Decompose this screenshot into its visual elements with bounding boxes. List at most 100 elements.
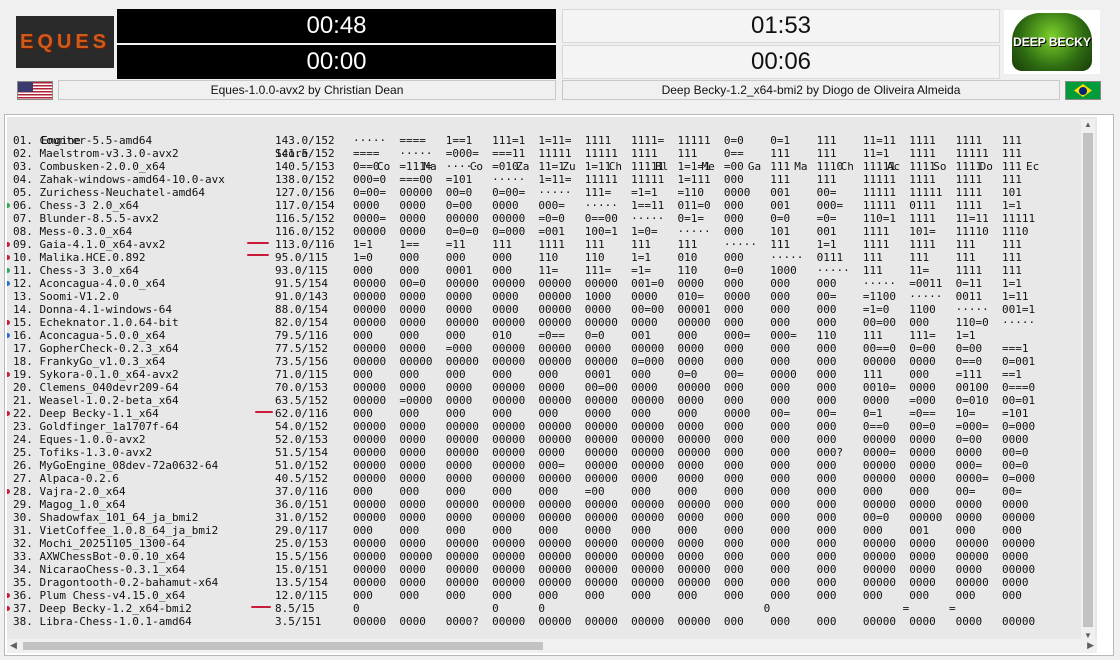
result-cells: ==== ····· =000= ===11 11111 11111 1111 … [353, 147, 1022, 160]
engine-score: 40.5/152 [275, 472, 328, 485]
horizontal-scroll-thumb[interactable] [23, 642, 543, 650]
engine-score: 113.0/116 [275, 238, 335, 251]
result-cells: 00000 0000 0=0=0 0=000 =001 100=1 1=0= ·… [353, 225, 1029, 238]
red-underline-mark [255, 411, 273, 413]
engine-name: 26. MyGoEngine_08dev-72a0632-64 [13, 459, 219, 472]
engine-score: 70.0/153 [275, 381, 328, 394]
engine-score: 15.0/151 [275, 563, 328, 576]
scroll-up-arrow-icon[interactable]: ▲ [1084, 120, 1092, 129]
engine-name: 31. VietCoffee_1.0.8_64_ja_bmi2 [13, 524, 219, 537]
eques-logo-text: EQUES [19, 30, 111, 53]
engine-name: 10. Malika.HCE.0.892 [13, 251, 146, 264]
row-marker-dot [7, 203, 10, 208]
vertical-scrollbar[interactable]: ▲ ▼ [1081, 119, 1095, 641]
us-flag-icon [17, 81, 53, 100]
engine-name: 30. Shadowfax_101_64_ja_bmi2 [13, 511, 199, 524]
left-player-name: Eques-1.0.0-avx2 by Christian Dean [58, 80, 556, 100]
result-cells: 00000 0000 00000 00000 00000 00000 00000… [353, 576, 1029, 589]
engine-score: 51.5/154 [275, 446, 328, 459]
engine-score: 79.5/116 [275, 329, 328, 342]
result-cells: 1=0 000 000 000 110 110 1=1 010 000 ····… [353, 251, 1022, 264]
result-cells: 00000 0000 0000 00000 00000 00000 00000 … [353, 511, 1036, 524]
engine-name: 09. Gaia-4.1.0_x64-avx2 [13, 238, 166, 251]
row-marker-dot [7, 411, 10, 416]
engine-score: 15.5/156 [275, 550, 328, 563]
engine-name: 17. GopherCheck-0.2.3_x64 [13, 342, 179, 355]
engine-score: 95.0/115 [275, 251, 328, 264]
engine-score: 25.0/153 [275, 537, 328, 550]
scroll-right-arrow-icon[interactable]: ▶ [1087, 640, 1094, 651]
result-cells: 00000 0000 0000 0000 00000 1000 0000 010… [353, 290, 1029, 303]
engine-score: 52.0/153 [275, 433, 328, 446]
row-marker-dot [7, 268, 10, 273]
engine-name: 14. Donna-4.1-windows-64 [13, 303, 172, 316]
result-cells: 00000 0000 00000 00000 0000 00000 00000 … [353, 446, 1029, 459]
engine-score: 36.0/151 [275, 498, 328, 511]
engine-score: 93.0/115 [275, 264, 328, 277]
result-cells: 00000 0000 0000 00000 000= 00000 00000 0… [353, 459, 1029, 472]
right-player-name: Deep Becky-1.2_x64-bmi2 by Diogo de Oliv… [562, 80, 1060, 100]
scroll-left-arrow-icon[interactable]: ◀ [10, 640, 17, 651]
result-cells: 00000 00000 00000 00000 00000 00000 0000… [353, 550, 1029, 563]
result-cells: 00000 0000 00000 00000 00000 00000 00000… [353, 433, 1029, 446]
engine-score: 13.5/154 [275, 576, 328, 589]
engine-score: 37.0/116 [275, 485, 328, 498]
result-cells: 000 000 000 000 000 =00 000 000 000 000 … [353, 485, 1022, 498]
result-cells: 00000 0000 =000 00000 00000 0000 00000 0… [353, 342, 1029, 355]
result-cells: 1=1 1== =11 111 1111 111 111 111 ····· 1… [353, 238, 1022, 251]
crosstable: Engine Score Co Ma Co Za Zu Ch Bl Me Ga … [7, 117, 1097, 641]
engine-score: 12.0/115 [275, 589, 328, 602]
engine-score: 127.0/156 [275, 186, 335, 199]
horizontal-scrollbar[interactable]: ◀ ▶ [7, 639, 1097, 653]
engine-score: 91.0/143 [275, 290, 328, 303]
deep-becky-logo-badge: DEEP BECKY [1012, 13, 1092, 71]
engine-name: 27. Alpaca-0.2.6 [13, 472, 119, 485]
engine-score: 62.0/116 [275, 407, 328, 420]
engine-name: 07. Blunder-8.5.5-avx2 [13, 212, 159, 225]
engine-score: 141.5/152 [275, 147, 335, 160]
result-cells: 0==0 =111= ····· =010 11=1 1=11 11111 1=… [353, 160, 1022, 173]
left-clock-move: 00:00 [117, 45, 556, 79]
right-clock-main: 01:53 [562, 9, 1000, 43]
engine-name: 19. Sykora-0.1.0_x64-avx2 [13, 368, 179, 381]
result-cells: 00000 0000 00000 00000 00000 00000 00000… [353, 498, 1029, 511]
result-cells: 00000 0000 0000 00000 0000 00=00 0000 00… [353, 381, 1036, 394]
engine-name: 33. AXWChessBot-0.0.10_x64 [13, 550, 186, 563]
result-cells: 00000 =0000 0000 00000 00000 00000 00000… [353, 394, 1036, 407]
result-cells: 00000 00=0 00000 00000 00000 00000 001=0… [353, 277, 1022, 290]
engine-name: 03. Combusken-2.0.0_x64 [13, 160, 166, 173]
engine-name: 13. Soomi-V1.2.0 [13, 290, 119, 303]
engine-name: 25. Tofiks-1.3.0-avx2 [13, 446, 153, 459]
engine-name: 36. Plum Chess-v4.15.0_x64 [13, 589, 186, 602]
engine-name: 08. Mess-0.3.0_x64 [13, 225, 133, 238]
result-cells: 0000 0000 0=00 0000 000= ····· 1==11 011… [353, 199, 1022, 212]
result-cells: 00000 0000 0000 0000 00000 0000 00=00 00… [353, 303, 1036, 316]
result-cells: 00000 00000 00000 00000 00000 00000 0=00… [353, 355, 1036, 368]
result-cells: 000 000 000 000 000 000 000 000 000 000 … [353, 589, 1022, 602]
engine-name: 05. Zurichess-Neuchatel-amd64 [13, 186, 206, 199]
crosstable-header: Engine Score Co Ma Co Za Zu Ch Bl Me Ga … [7, 121, 1097, 173]
vertical-scroll-thumb[interactable] [1083, 133, 1093, 627]
deep-becky-logo-text: DEEP BECKY [1013, 35, 1091, 49]
engine-name: 32. Mochi_20251105_1300-64 [13, 537, 186, 550]
engine-name: 37. Deep Becky-1.2_x64-bmi2 [13, 602, 192, 615]
left-clock-main: 00:48 [117, 9, 556, 43]
engine-score: 54.0/152 [275, 420, 328, 433]
engine-name: 18. FrankyGo_v1.0.3_x64 [13, 355, 166, 368]
row-marker-dot [7, 281, 10, 286]
brazil-flag-icon [1065, 81, 1101, 100]
result-cells: 000 000 0001 000 11= 111= =1= 110 0=0 10… [353, 264, 1022, 277]
engine-score: 91.5/154 [275, 277, 328, 290]
engine-score: 117.0/154 [275, 199, 335, 212]
row-marker-dot [7, 255, 10, 260]
result-cells: 000 000 000 000 000 0001 000 0=0 00= 000… [353, 368, 1022, 381]
crosstable-panel[interactable]: Engine Score Co Ma Co Za Zu Ch Bl Me Ga … [4, 114, 1114, 656]
deep-becky-logo: DEEP BECKY [1004, 10, 1100, 74]
engine-name: 15. Echeknator.1.0.64-bit [13, 316, 179, 329]
engine-name: 02. Maelstrom-v3.3.0-avx2 [13, 147, 179, 160]
engine-score: 8.5/15 [275, 602, 315, 615]
right-clock-move: 00:06 [562, 45, 1000, 79]
result-cells: 000 000 000 010 =0== 0=0 001 000 000= 00… [353, 329, 976, 342]
engine-score: 73.5/156 [275, 355, 328, 368]
red-underline-mark [251, 606, 271, 608]
